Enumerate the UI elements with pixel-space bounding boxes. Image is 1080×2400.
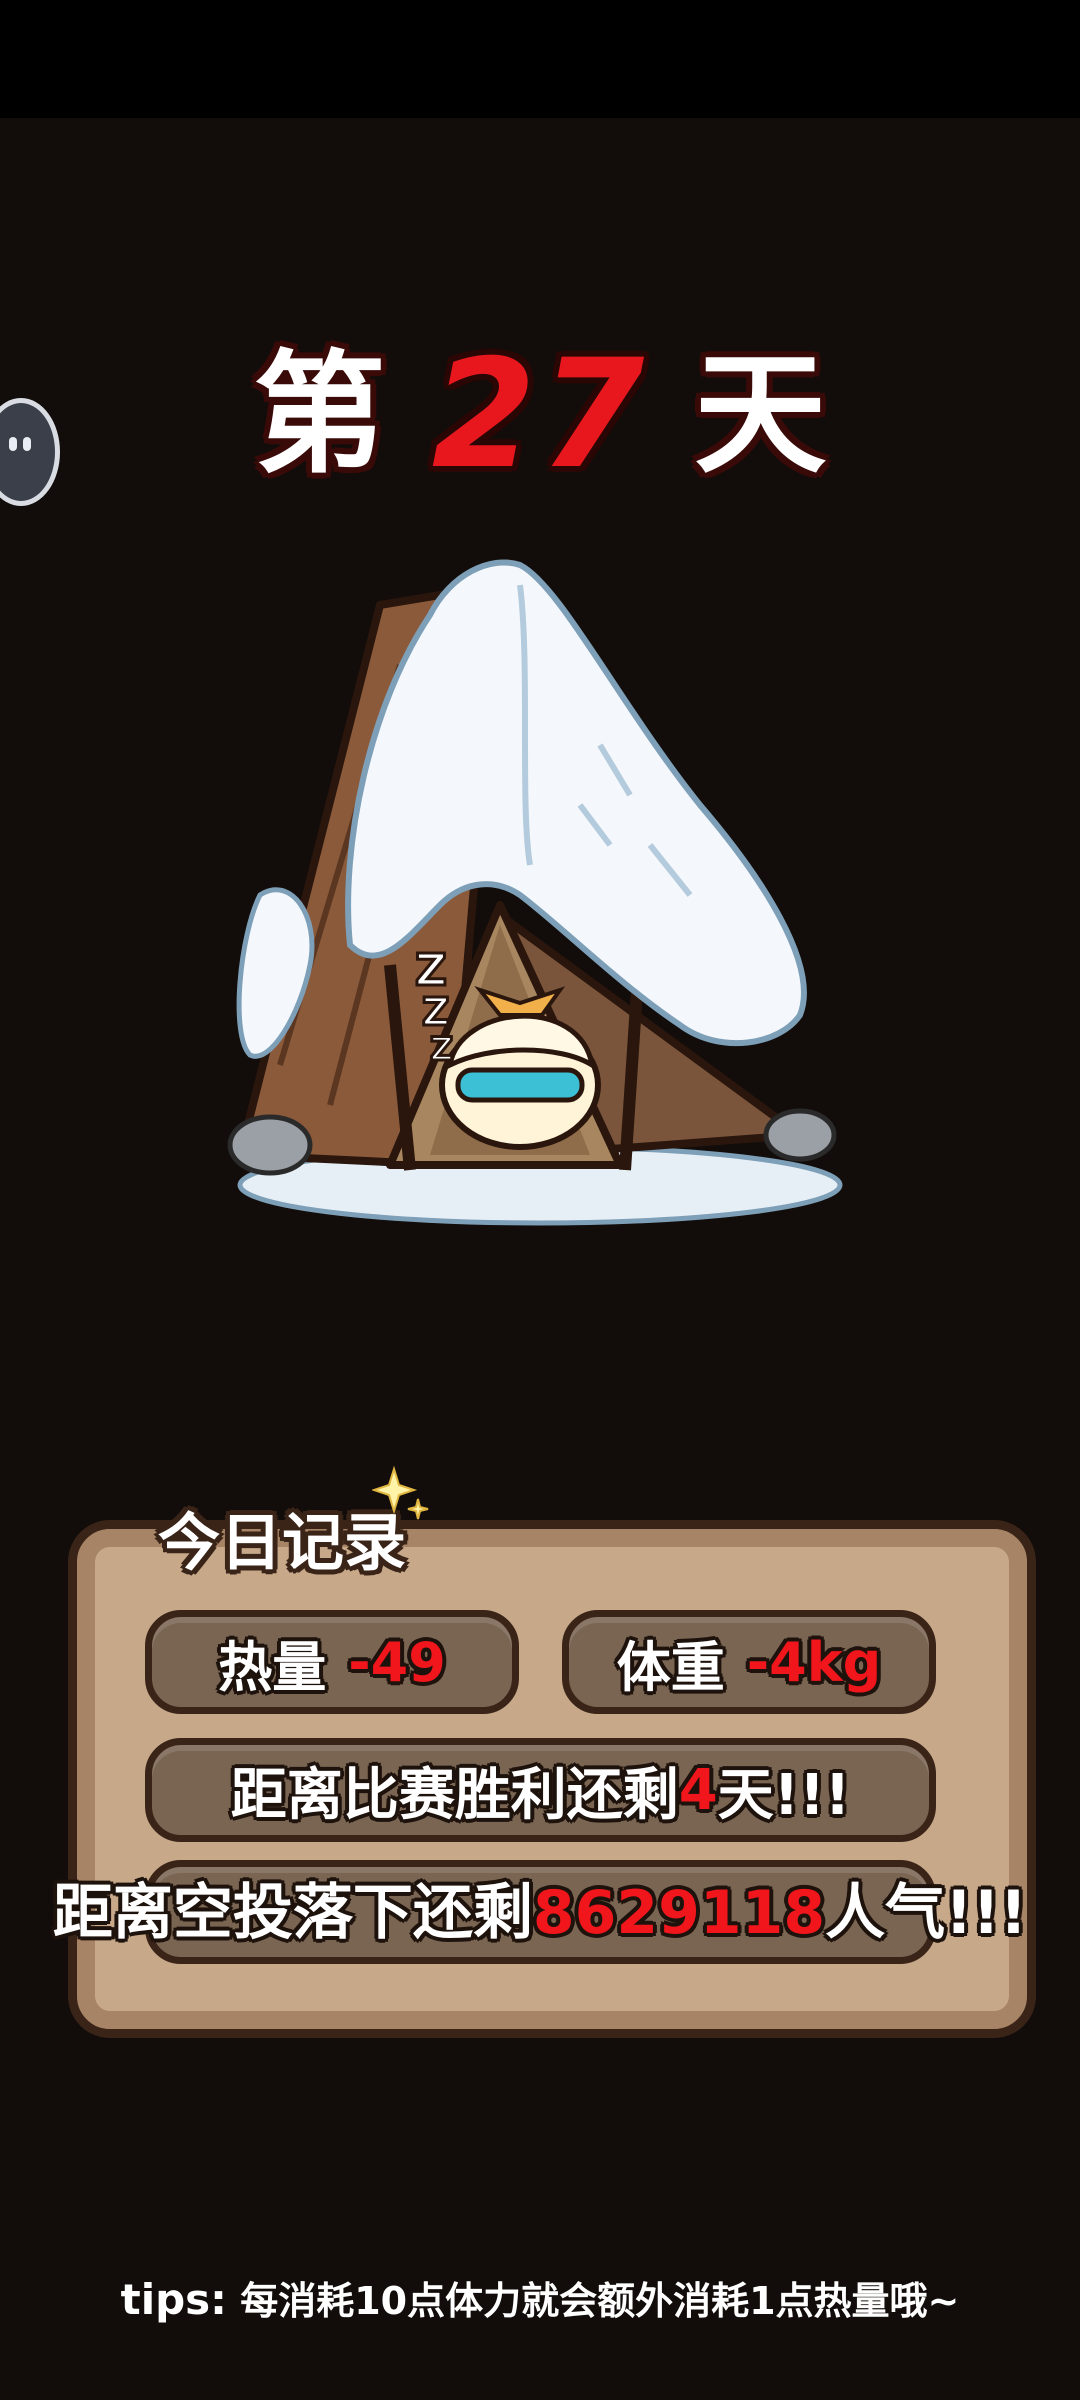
snowy-hut-illustration: Z Z Z [227,559,843,1226]
victory-days: 4 [678,1757,718,1823]
calorie-value: -49 [348,1630,446,1694]
tips-text: tips: 每消耗10点体力就会额外消耗1点热量哦~ [0,2270,1080,2325]
day-counter-title: 第 27 天 [0,340,1080,490]
victory-prefix: 距离比赛胜利还剩 [230,1762,679,1828]
status-bar-area [0,0,1080,118]
weight-label: 体重 [616,1635,725,1699]
day-suffix: 天 [694,338,827,492]
svg-text:Z: Z [422,990,450,1034]
airdrop-value: 8629118 [532,1878,826,1948]
sparkle-icon [372,1465,429,1520]
tips-label: tips: [120,2275,227,2324]
day-number: 27 [431,328,649,502]
svg-text:Z: Z [415,945,447,996]
airdrop-suffix: 人气!!! [825,1878,1028,1948]
weight-value: -4kg [746,1630,882,1694]
day-prefix: 第 [253,338,386,492]
victory-countdown: 距离比赛胜利还剩 4 天!!! [145,1738,936,1842]
calorie-label: 热量 [218,1635,327,1699]
weight-stat: 体重 -4kg [562,1610,936,1714]
svg-text:Z: Z [430,1030,453,1068]
panel-heading: 今日记录 [158,1506,407,1579]
airdrop-prefix: 距离空投落下还剩 [52,1878,533,1948]
airdrop-countdown-text: 距离空投落下还剩8629118人气!!! [0,1864,1080,1951]
tips-content: 每消耗10点体力就会额外消耗1点热量哦~ [240,2279,960,2323]
calorie-stat: 热量 -49 [145,1610,519,1714]
victory-suffix: 天!!! [717,1762,851,1828]
